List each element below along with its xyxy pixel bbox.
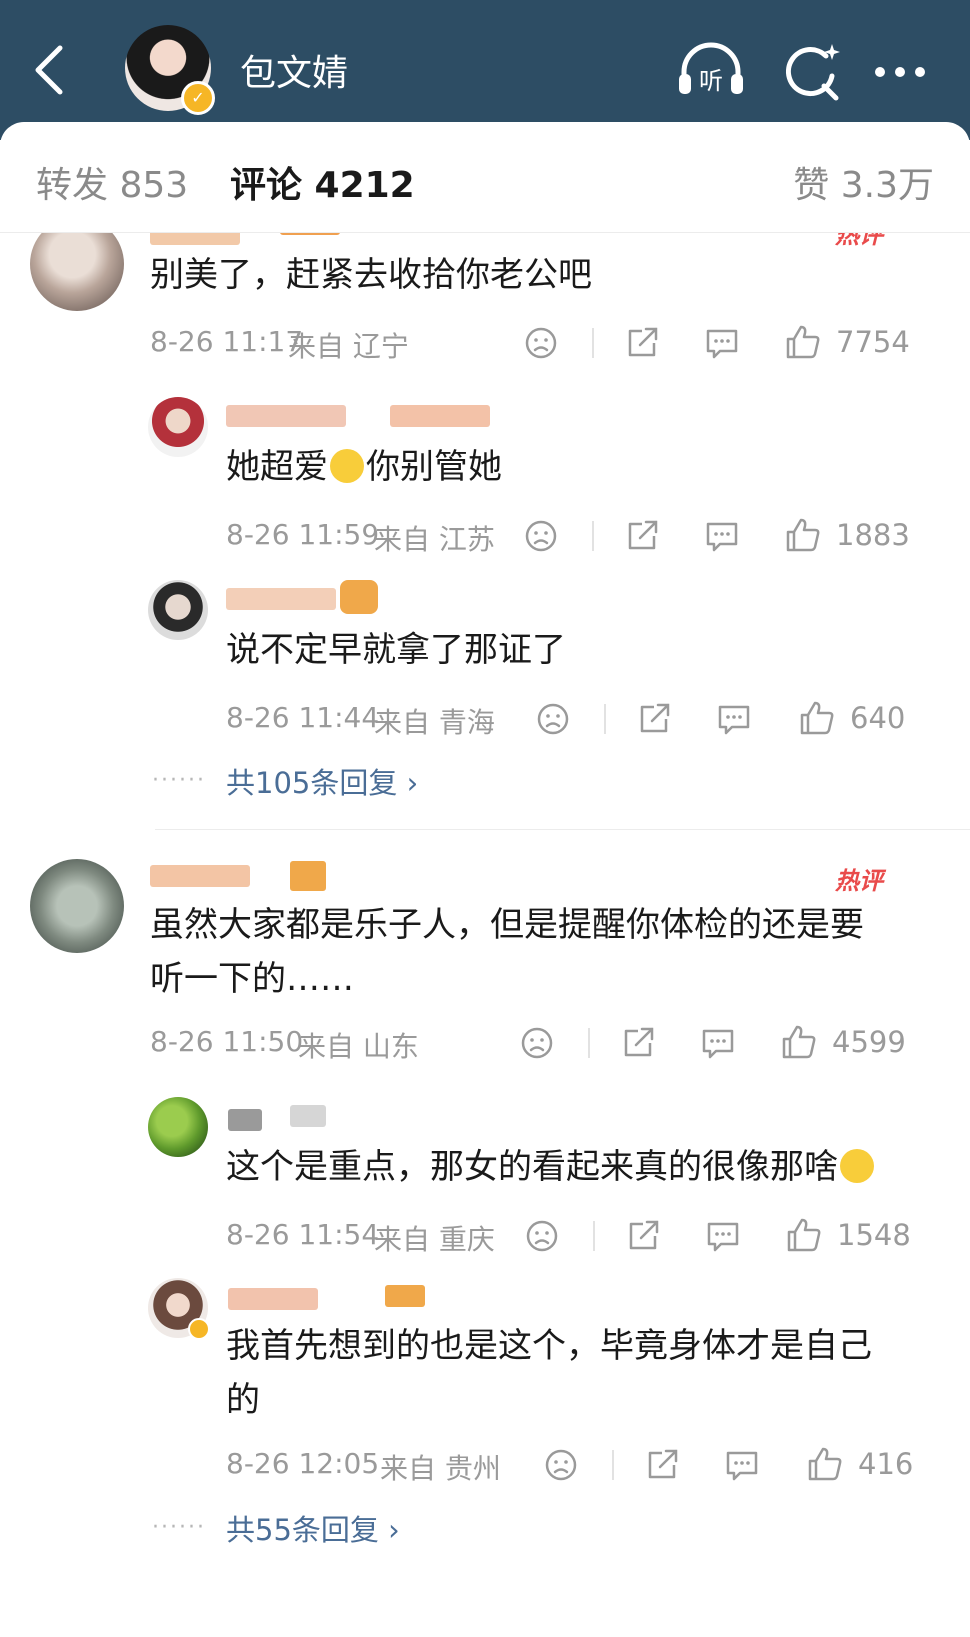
more-icon[interactable] xyxy=(870,42,930,102)
comment-icon[interactable] xyxy=(700,1025,736,1061)
action-divider xyxy=(593,1221,595,1251)
reply-dots-icon: ······ xyxy=(152,1515,206,1540)
dislike-face-icon[interactable] xyxy=(544,1448,578,1482)
account-name[interactable]: 包文婧 xyxy=(240,44,348,96)
reply-time: 8-26 11:44 xyxy=(226,701,380,734)
like-icon[interactable] xyxy=(780,1023,818,1061)
dislike-face-icon[interactable] xyxy=(525,1219,559,1253)
replier-avatar[interactable] xyxy=(148,580,208,640)
reply-location: 来自 重庆 xyxy=(374,1223,495,1256)
share-icon[interactable] xyxy=(625,1218,661,1254)
comment-location: 来自 山东 xyxy=(298,1030,419,1063)
hot-comment-tag: 热评 xyxy=(835,233,883,249)
reply-time: 8-26 12:05 xyxy=(226,1447,380,1480)
share-icon[interactable] xyxy=(624,325,660,361)
more-replies-link[interactable]: 共55条回复 › xyxy=(226,1507,400,1549)
reply-text[interactable]: 她超爱 你别管她 xyxy=(226,439,502,495)
action-divider xyxy=(592,521,594,551)
action-divider xyxy=(604,704,606,734)
listen-label: 听 xyxy=(699,67,723,95)
comment-icon[interactable] xyxy=(716,701,752,737)
replier-avatar[interactable] xyxy=(148,1278,210,1340)
reply-location: 来自 青海 xyxy=(374,706,495,739)
comment-icon[interactable] xyxy=(724,1447,760,1483)
comment-icon[interactable] xyxy=(705,1218,741,1254)
action-divider xyxy=(592,328,594,358)
tab-comments[interactable]: 评论 4212 xyxy=(230,156,415,208)
replier-name-blurred[interactable] xyxy=(228,1109,262,1131)
reply-location: 来自 贵州 xyxy=(380,1452,501,1485)
commenter-badge-blurred xyxy=(280,233,340,235)
like-count: 1883 xyxy=(836,518,910,552)
commenter-name-blurred[interactable] xyxy=(150,865,250,887)
commenter-name-blurred[interactable] xyxy=(150,233,240,245)
verified-badge-icon xyxy=(188,1318,210,1340)
commenter-avatar[interactable] xyxy=(30,233,124,311)
fan-badge-icon xyxy=(340,580,378,614)
replier-name-blurred[interactable] xyxy=(226,405,346,427)
like-icon[interactable] xyxy=(784,516,822,554)
dislike-face-icon[interactable] xyxy=(524,519,558,553)
reply-time: 8-26 11:54 xyxy=(226,1218,380,1251)
reply-text[interactable]: 说不定早就拿了那证了 xyxy=(226,622,566,678)
like-count: 416 xyxy=(858,1447,914,1481)
action-divider xyxy=(612,1450,614,1480)
laugh-cry-emoji-icon xyxy=(330,448,364,483)
replier-badge-blurred xyxy=(385,1285,425,1307)
commenter-avatar[interactable] xyxy=(30,859,124,953)
share-icon[interactable] xyxy=(624,518,660,554)
top-bar: ✓ 包文婧 听 xyxy=(0,0,970,140)
like-count: 640 xyxy=(850,701,906,735)
replier-badge-blurred xyxy=(290,1105,326,1127)
comment-icon[interactable] xyxy=(704,325,740,361)
comment-time: 8-26 11:50 xyxy=(150,1025,304,1058)
laugh-cry-emoji-icon xyxy=(840,1148,874,1183)
tab-reposts[interactable]: 转发 853 xyxy=(36,156,188,208)
like-icon[interactable] xyxy=(806,1445,844,1483)
replier-name-blurred[interactable] xyxy=(228,1288,318,1310)
reply-location: 来自 江苏 xyxy=(374,523,495,556)
reply-text-line1[interactable]: 我首先想到的也是这个，毕竟身体才是自己 xyxy=(226,1318,872,1374)
replier-name-blurred[interactable] xyxy=(226,588,336,610)
comment-text-line2[interactable]: 听一下的…… xyxy=(150,951,354,1007)
comment-list: 热评 别美了，赶紧去收拾你老公吧 8-26 11:17 来自 辽宁 7754 她… xyxy=(0,233,970,1637)
account-avatar[interactable]: ✓ xyxy=(125,25,215,115)
replier-avatar[interactable] xyxy=(148,1097,208,1157)
comment-text-line1[interactable]: 虽然大家都是乐子人，但是提醒你体检的还是要 xyxy=(150,897,864,953)
more-replies-link[interactable]: 共105条回复 › xyxy=(226,760,418,802)
like-icon[interactable] xyxy=(798,699,836,737)
listen-icon[interactable]: 听 xyxy=(676,42,746,98)
like-count: 4599 xyxy=(832,1025,906,1059)
back-icon[interactable] xyxy=(30,40,70,100)
dislike-face-icon[interactable] xyxy=(524,326,558,360)
comment-icon[interactable] xyxy=(704,518,740,554)
replier-avatar[interactable] xyxy=(148,397,208,457)
comment-divider xyxy=(155,829,970,830)
comment-text[interactable]: 别美了，赶紧去收拾你老公吧 xyxy=(150,247,592,303)
hot-comment-tag: 热评 xyxy=(835,867,883,895)
like-icon[interactable] xyxy=(784,323,822,361)
verified-badge-icon: ✓ xyxy=(181,81,215,115)
dislike-face-icon[interactable] xyxy=(520,1026,554,1060)
reply-text[interactable]: 这个是重点，那女的看起来真的很像那啥 xyxy=(226,1139,876,1195)
reply-text-line2[interactable]: 的 xyxy=(226,1372,260,1428)
comment-location: 来自 辽宁 xyxy=(288,330,409,363)
commenter-badge-blurred xyxy=(290,861,326,891)
reply-dots-icon: ······ xyxy=(152,768,206,793)
dislike-face-icon[interactable] xyxy=(536,702,570,736)
replier-badge-blurred xyxy=(390,405,490,427)
comment-time: 8-26 11:17 xyxy=(150,325,304,358)
share-icon[interactable] xyxy=(636,701,672,737)
like-count: 7754 xyxy=(836,325,910,359)
search-icon[interactable] xyxy=(782,42,842,102)
tab-bar: 转发 853 评论 4212 赞 3.3万 xyxy=(0,122,970,233)
action-divider xyxy=(588,1028,590,1058)
like-icon[interactable] xyxy=(785,1216,823,1254)
tab-likes[interactable]: 赞 3.3万 xyxy=(793,156,934,208)
share-icon[interactable] xyxy=(620,1025,656,1061)
share-icon[interactable] xyxy=(644,1447,680,1483)
like-count: 1548 xyxy=(837,1218,911,1252)
reply-time: 8-26 11:59 xyxy=(226,518,380,551)
